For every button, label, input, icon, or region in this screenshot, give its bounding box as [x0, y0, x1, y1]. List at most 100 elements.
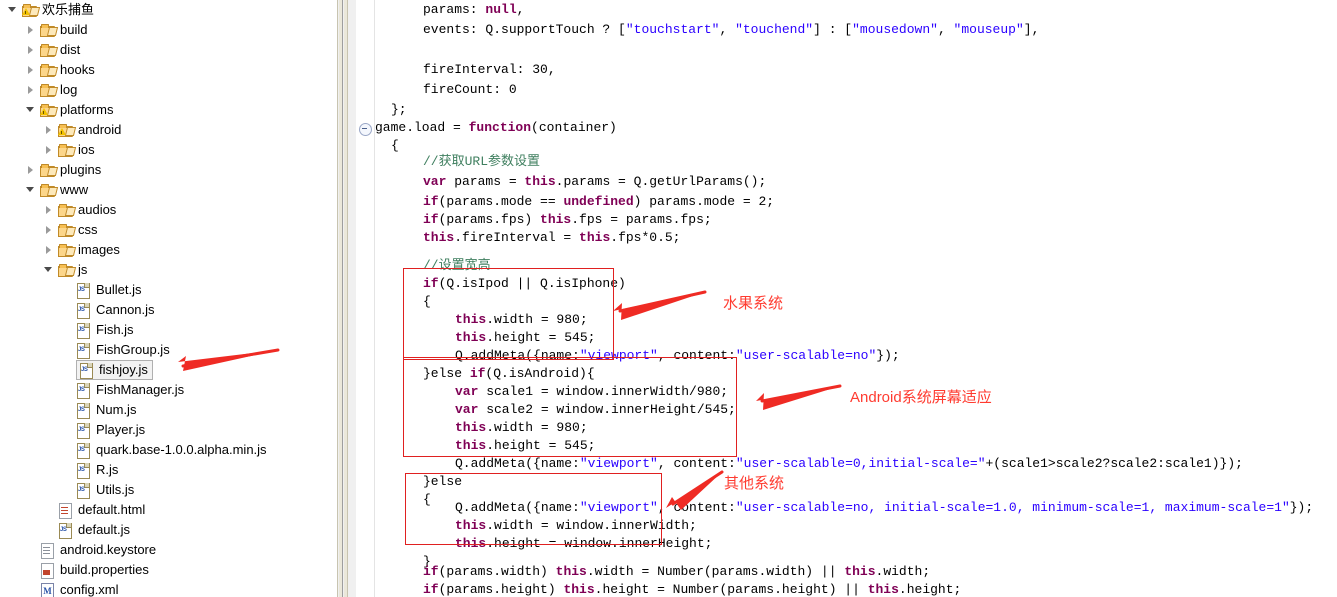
tree-item-plugins[interactable]: plugins — [0, 160, 337, 180]
code-line[interactable]: //获取URL参数设置 — [423, 152, 540, 172]
tree-item-cannon-js[interactable]: Cannon.js — [0, 300, 337, 320]
chevron-right-icon[interactable] — [26, 165, 37, 176]
tree-item-config-xml[interactable]: config.xml — [0, 580, 337, 597]
tree-item-label: ios — [78, 142, 95, 157]
code-line[interactable]: { — [423, 490, 431, 510]
tree-item-content: 欢乐捕鱼 — [22, 0, 94, 20]
tree-item-fishjoy-js[interactable]: fishjoy.js — [0, 360, 337, 380]
code-line[interactable]: this.fireInterval = this.fps*0.5; — [423, 228, 680, 248]
chevron-right-icon[interactable] — [26, 25, 37, 36]
chevron-right-icon[interactable] — [26, 65, 37, 76]
tree-item-fishgroup-js[interactable]: FishGroup.js — [0, 340, 337, 360]
chevron-right-icon[interactable] — [44, 125, 55, 136]
code-line[interactable]: Q.addMeta({name:"viewport", content:"use… — [455, 454, 1243, 474]
tree-item-ios[interactable]: ios — [0, 140, 337, 160]
splitter-line — [342, 0, 343, 597]
chevron-right-icon[interactable] — [44, 205, 55, 216]
tree-item-fish-js[interactable]: Fish.js — [0, 320, 337, 340]
folder-flap — [64, 267, 77, 276]
code-line[interactable]: this.height = 545; — [455, 328, 595, 348]
js-file-icon — [76, 303, 92, 319]
code-fold-toggle-icon[interactable] — [359, 123, 372, 136]
chevron-right-icon[interactable] — [26, 45, 37, 56]
code-line[interactable]: var scale1 = window.innerWidth/980; — [455, 382, 728, 402]
chevron-right-icon[interactable] — [44, 145, 55, 156]
tree-item-log[interactable]: log — [0, 80, 337, 100]
code-line[interactable]: if(Q.isIpod || Q.isIphone) — [423, 274, 626, 294]
code-line[interactable]: this.width = 980; — [455, 418, 588, 438]
tree-item-[interactable]: 欢乐捕鱼 — [0, 0, 337, 20]
code-line[interactable]: game.load = function(container) — [375, 118, 617, 138]
code-line[interactable]: fireInterval: 30, — [423, 60, 556, 80]
file-corner-fold — [84, 443, 89, 448]
panel-splitter[interactable] — [337, 0, 356, 597]
tree-item-build-properties[interactable]: build.properties — [0, 560, 337, 580]
chevron-right-icon[interactable] — [44, 225, 55, 236]
tree-item-default-html[interactable]: default.html — [0, 500, 337, 520]
tree-item-css[interactable]: css — [0, 220, 337, 240]
js-file-icon — [76, 463, 92, 479]
code-line[interactable]: Q.addMeta({name:"viewport", content:"use… — [455, 498, 1313, 518]
editor-code-area[interactable]: params: null, events: Q.supportTouch ? ["… — [375, 0, 1337, 597]
tree-item-hooks[interactable]: hooks — [0, 60, 337, 80]
chevron-right-icon[interactable] — [44, 245, 55, 256]
code-editor[interactable]: params: null, events: Q.supportTouch ? ["… — [356, 0, 1337, 597]
tree-item-dist[interactable]: dist — [0, 40, 337, 60]
code-line[interactable]: this.width = 980; — [455, 310, 588, 330]
code-line[interactable]: }else if(Q.isAndroid){ — [423, 364, 595, 384]
chevron-down-icon[interactable] — [26, 185, 37, 196]
code-line[interactable]: this.height = window.innerHeight; — [455, 534, 712, 554]
code-line[interactable]: if(params.mode == undefined) params.mode… — [423, 192, 774, 212]
code-line[interactable]: this.width = window.innerWidth; — [455, 516, 697, 536]
tree-item-quark-base-1-0-0-alpha-min-js[interactable]: quark.base-1.0.0.alpha.min.js — [0, 440, 337, 460]
tree-item-content: Fish.js — [76, 320, 134, 340]
tree-item-player-js[interactable]: Player.js — [0, 420, 337, 440]
code-line[interactable]: this.height = 545; — [455, 436, 595, 456]
code-line[interactable]: }else — [423, 472, 462, 492]
file-corner-fold — [84, 403, 89, 408]
tree-item-bullet-js[interactable]: Bullet.js — [0, 280, 337, 300]
tree-item-num-js[interactable]: Num.js — [0, 400, 337, 420]
code-line[interactable]: { — [391, 136, 399, 156]
tree-item-build[interactable]: build — [0, 20, 337, 40]
file-corner-fold — [84, 303, 89, 308]
code-line[interactable]: }; — [391, 100, 407, 120]
code-line[interactable]: if(params.height) this.height = Number(p… — [423, 580, 961, 597]
tree-item-android[interactable]: android — [0, 120, 337, 140]
tree-item-label: Fish.js — [96, 322, 134, 337]
tree-item-r-js[interactable]: R.js — [0, 460, 337, 480]
code-line[interactable]: { — [423, 292, 431, 312]
editor-gutter[interactable] — [356, 0, 375, 597]
tree-item-content: R.js — [76, 460, 118, 480]
tree-item-images[interactable]: images — [0, 240, 337, 260]
file-corner-fold — [66, 523, 71, 528]
tree-item-fishmanager-js[interactable]: FishManager.js — [0, 380, 337, 400]
tree-item-audios[interactable]: audios — [0, 200, 337, 220]
code-line[interactable]: var scale2 = window.innerHeight/545; — [455, 400, 736, 420]
tree-item-platforms[interactable]: platforms — [0, 100, 337, 120]
code-line[interactable]: events: Q.supportTouch ? ["touchstart", … — [423, 20, 1039, 40]
chevron-down-icon[interactable] — [8, 5, 19, 16]
chevron-right-icon[interactable] — [26, 85, 37, 96]
file-corner-fold — [84, 483, 89, 488]
tree-item-default-js[interactable]: default.js — [0, 520, 337, 540]
project-explorer-panel[interactable]: 欢乐捕鱼 build dist hooks log platforms android ios… — [0, 0, 337, 597]
chevron-down-icon[interactable] — [26, 105, 37, 116]
code-line[interactable]: params: null, — [423, 0, 524, 20]
tree-item-content: android.keystore — [40, 540, 156, 560]
chevron-down-icon[interactable] — [44, 265, 55, 276]
code-line[interactable]: //设置宽高 — [423, 256, 491, 276]
tree-item-label: FishManager.js — [96, 382, 185, 397]
code-line[interactable]: var params = this.params = Q.getUrlParam… — [423, 172, 766, 192]
code-line[interactable]: if(params.fps) this.fps = params.fps; — [423, 210, 712, 230]
tree-item-utils-js[interactable]: Utils.js — [0, 480, 337, 500]
code-line[interactable]: Q.addMeta({name:"viewport", content:"use… — [455, 346, 900, 366]
tree-item-js[interactable]: js — [0, 260, 337, 280]
tree-item-www[interactable]: www — [0, 180, 337, 200]
tree-item-label: build.properties — [60, 562, 149, 577]
tree-item-android-keystore[interactable]: android.keystore — [0, 540, 337, 560]
code-line[interactable]: if(params.width) this.width = Number(par… — [423, 562, 930, 582]
code-line[interactable]: fireCount: 0 — [423, 80, 517, 100]
